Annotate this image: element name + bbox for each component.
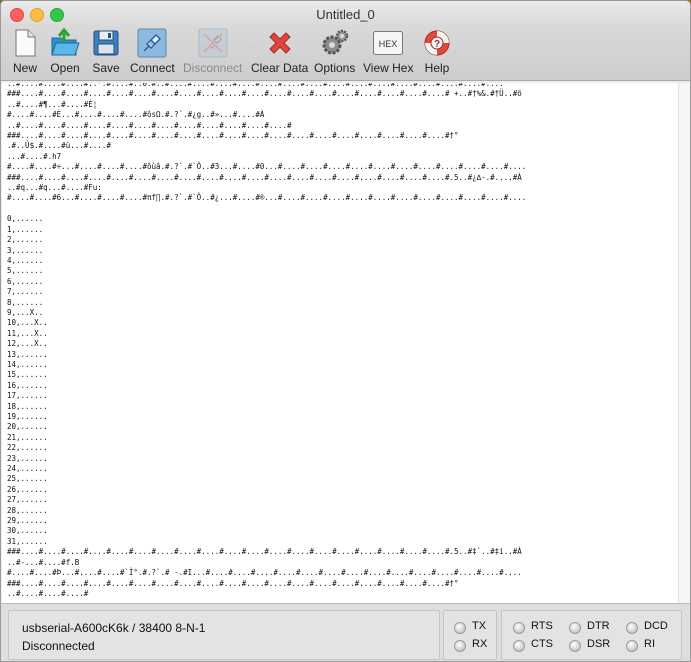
- terminal-line: 9,...X..: [7, 307, 44, 317]
- terminal-line: 14,......: [7, 359, 48, 369]
- new-document-icon: [15, 29, 36, 57]
- terminal-line: 23,......: [7, 453, 48, 463]
- control-lines-panel: RTS CTS DTR DSR DCD RI: [501, 610, 682, 660]
- help-button[interactable]: ? Help: [422, 28, 452, 78]
- ri-indicator-icon: [626, 640, 638, 652]
- terminal-line: 19,......: [7, 412, 48, 421]
- terminal-line: 17,......: [7, 391, 48, 401]
- terminal-line: 15,......: [7, 370, 48, 380]
- terminal-line: 2,......: [7, 235, 44, 245]
- dsr-label: DSR: [587, 638, 611, 650]
- terminal-line: ..#-...#....#f.B: [7, 557, 80, 567]
- save-button[interactable]: Save: [91, 28, 121, 78]
- dtr-indicator-icon: [569, 622, 581, 634]
- app-window: Untitled_0 New Open Save Connect Disconn…: [0, 0, 691, 662]
- clear-data-button[interactable]: Clear Data: [251, 28, 308, 78]
- tx-indicator-icon: [454, 622, 466, 634]
- gears-icon: [322, 29, 348, 55]
- terminal-output[interactable]: ..#....#....#....#..*.#....#..0.#..#....…: [2, 83, 678, 603]
- cts-indicator-icon: [513, 640, 525, 652]
- terminal-line: #....#....#÷...#....#....#....#ôùâ.#.?`.…: [7, 162, 527, 172]
- connection-info: usbserial-A600cK6k / 38400 8-N-1: [22, 621, 206, 635]
- connection-panel: usbserial-A600cK6k / 38400 8-N-1 Disconn…: [8, 610, 440, 660]
- terminal-line: 16,......: [7, 380, 48, 390]
- terminal-line: #....#....#É...#....#....#....#ôsΩ.#.?`.…: [7, 110, 265, 120]
- terminal-line: 21,......: [7, 432, 48, 442]
- connect-plug-icon: [137, 28, 167, 58]
- terminal-line: 18,......: [7, 401, 48, 411]
- ri-label: RI: [644, 638, 655, 650]
- cts-label: CTS: [531, 638, 553, 650]
- terminal-line: 30,......: [7, 526, 48, 536]
- floppy-disk-icon: [93, 30, 119, 56]
- terminal-line: ..#....#....#....#....#....#....#....#..…: [7, 120, 292, 130]
- connect-button[interactable]: Connect: [130, 28, 175, 78]
- rx-label: RX: [472, 638, 488, 650]
- terminal-line: 12,...X..: [7, 339, 48, 349]
- svg-text:?: ?: [434, 39, 440, 50]
- terminal-line: 5,......: [7, 266, 44, 276]
- terminal-line: ###....#....#....#....#....#....#....#..…: [7, 131, 459, 141]
- terminal-line: #....#....#Þ...#....#....#`Ì°.#.?`.# -.#…: [7, 568, 522, 578]
- toolbar: New Open Save Connect Disconnect Clear D…: [1, 26, 690, 81]
- terminal-line: ###....#....#....#....#....#....#....#..…: [7, 578, 459, 588]
- terminal-line: .#..Ù$.#....#ù...#....#: [7, 141, 111, 151]
- terminal-line: 3,......: [7, 245, 44, 255]
- terminal-line: 24,......: [7, 464, 48, 474]
- terminal-line: 22,......: [7, 443, 48, 453]
- lifebuoy-icon: ?: [424, 30, 450, 56]
- options-button[interactable]: Options: [314, 28, 355, 78]
- dcd-indicator-icon: [626, 622, 638, 634]
- svg-text:HEX: HEX: [379, 39, 398, 49]
- dtr-label: DTR: [587, 620, 610, 632]
- vertical-scrollbar[interactable]: [678, 83, 690, 603]
- terminal-text: ..#....#....#....#..*.#....#..0.#..#....…: [2, 83, 678, 599]
- terminal-line: 20,......: [7, 422, 48, 432]
- terminal-line: 31,......: [7, 536, 48, 546]
- terminal-line: 26,......: [7, 484, 48, 494]
- terminal-line: 1,......: [7, 224, 44, 234]
- terminal-line: ..#....#¶...#....#È¦: [7, 99, 98, 109]
- terminal-line: ###....#....#....#....#....#....#....#..…: [7, 89, 522, 99]
- terminal-line: 29,......: [7, 516, 48, 526]
- title-bar: Untitled_0: [1, 1, 690, 26]
- window-title: Untitled_0: [316, 7, 375, 22]
- terminal-line: 8,......: [7, 297, 44, 307]
- terminal-line: ...#....#.h7: [7, 151, 62, 161]
- disconnect-button[interactable]: Disconnect: [183, 28, 242, 78]
- rts-label: RTS: [531, 620, 553, 632]
- new-button[interactable]: New: [10, 28, 40, 78]
- terminal-line: #....#....#6...#....#....#....#πf∏.#.?`.…: [7, 193, 527, 203]
- terminal-line: 7,......: [7, 287, 44, 297]
- open-button[interactable]: Open: [50, 28, 80, 78]
- dcd-label: DCD: [644, 620, 668, 632]
- terminal-line: 27,......: [7, 495, 48, 505]
- red-x-icon: [268, 32, 291, 54]
- rx-indicator-icon: [454, 640, 466, 652]
- terminal-line: 13,......: [7, 349, 48, 359]
- tx-rx-panel: TX RX: [443, 610, 497, 660]
- terminal-line: ..#....#....#....#: [7, 588, 89, 598]
- view-hex-button[interactable]: HEX View Hex: [363, 28, 413, 78]
- dsr-indicator-icon: [569, 640, 581, 652]
- terminal-line: ###....#....#....#....#....#....#....#..…: [7, 172, 522, 182]
- terminal-line: 4,......: [7, 255, 44, 265]
- rts-indicator-icon: [513, 622, 525, 634]
- terminal-line: 10,...X..: [7, 318, 48, 328]
- hex-icon: HEX: [373, 31, 404, 55]
- tx-label: TX: [472, 620, 487, 632]
- terminal-line: 6,......: [7, 276, 44, 286]
- connection-state: Disconnected: [22, 639, 95, 653]
- terminal-line: ..#q...#q...#....#Fu:: [7, 183, 102, 193]
- terminal-line: ###....#....#....#....#....#....#....#..…: [7, 547, 522, 557]
- terminal-line: 11,...X..: [7, 328, 48, 338]
- terminal-line: 25,......: [7, 474, 48, 484]
- status-bar: usbserial-A600cK6k / 38400 8-N-1 Disconn…: [1, 603, 690, 661]
- disconnect-plug-icon: [198, 28, 228, 58]
- terminal-line: 0,......: [7, 214, 44, 224]
- open-folder-icon: [51, 28, 80, 56]
- terminal-line: 28,......: [7, 505, 48, 515]
